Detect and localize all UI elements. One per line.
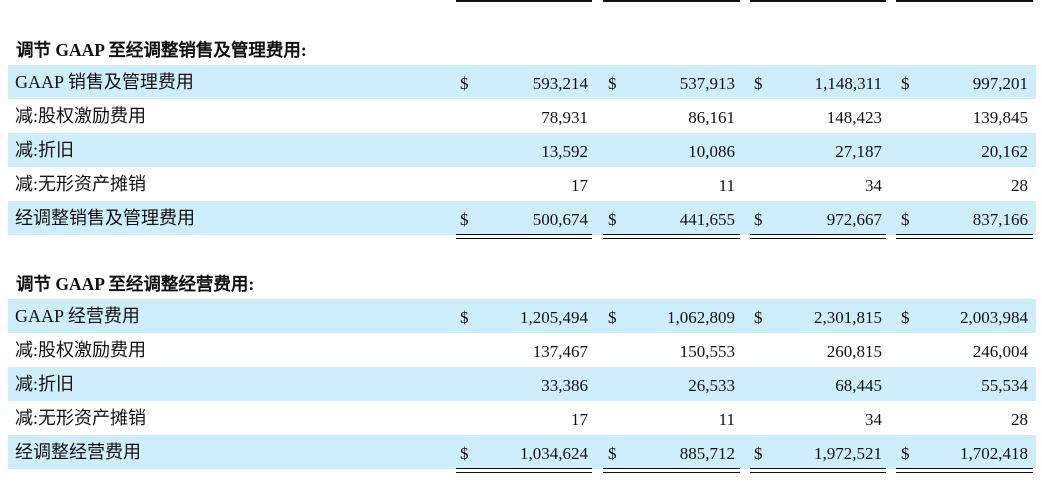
value-cell: 86,161: [688, 108, 735, 127]
value-cell: 150,553: [679, 342, 735, 361]
value-cell: 20,162: [981, 142, 1028, 161]
value-cell: 537,913: [679, 74, 735, 93]
value-cell: 1,205,494: [520, 308, 588, 327]
table-row: 减:股权激励费用 137,467 150,553 260,815 246,004: [8, 333, 1036, 367]
top-column-rule: [896, 0, 1033, 2]
value-cell: 997,201: [972, 74, 1028, 93]
value-cell: 68,445: [835, 376, 882, 395]
value-cell: 13,592: [541, 142, 588, 161]
value-cell: 139,845: [972, 108, 1028, 127]
table-row: 减:无形资产摊销 17 11 34 28: [8, 401, 1036, 435]
value-cell: 10,086: [688, 142, 735, 161]
value-cell: 17: [571, 410, 588, 429]
value-cell: 26,533: [688, 376, 735, 395]
value-cell: 137,467: [532, 342, 588, 361]
row-label: 经调整销售及管理费用: [15, 208, 195, 228]
value-cell: 837,166: [972, 210, 1028, 229]
row-label: 减:股权激励费用: [15, 340, 147, 360]
row-label: 减:折旧: [15, 374, 75, 394]
table-row: 减:无形资产摊销 17 11 34 28: [8, 167, 1036, 201]
value-cell: 885,712: [679, 444, 735, 463]
value-cell: 1,148,311: [814, 74, 882, 93]
value-cell: 28: [1011, 176, 1028, 195]
row-label: GAAP 经营费用: [15, 306, 140, 326]
table-row: 减:股权激励费用 78,931 86,161 148,423 139,845: [8, 99, 1036, 133]
row-label: 经调整经营费用: [15, 442, 141, 462]
top-column-rule: [456, 0, 592, 2]
row-label: 减:股权激励费用: [15, 106, 147, 126]
table-row: 经调整经营费用 $1,034,624 $885,712 $1,972,521 $1,70…: [8, 435, 1036, 469]
table-row: 经调整销售及管理费用 $500,674 $441,655 $972,667 $837,1…: [8, 201, 1036, 235]
total-double-rule: [896, 234, 1033, 239]
value-cell: 11: [718, 176, 735, 195]
row-label: 减:无形资产摊销: [15, 408, 147, 428]
value-cell: 1,972,521: [814, 444, 882, 463]
value-cell: 500,674: [532, 210, 588, 229]
top-column-rule: [603, 0, 740, 2]
total-double-rule: [750, 468, 886, 473]
value-cell: 593,214: [532, 74, 588, 93]
value-cell: 27,187: [835, 142, 882, 161]
value-cell: 972,667: [826, 210, 882, 229]
value-cell: 34: [865, 410, 882, 429]
value-cell: 28: [1011, 410, 1028, 429]
value-cell: 260,815: [826, 342, 882, 361]
value-cell: 11: [718, 410, 735, 429]
value-cell: 1,702,418: [960, 444, 1028, 463]
total-double-rule: [896, 468, 1033, 473]
value-cell: 34: [865, 176, 882, 195]
value-cell: 246,004: [972, 342, 1028, 361]
total-double-rule: [456, 468, 592, 473]
value-cell: 2,003,984: [960, 308, 1028, 327]
value-cell: 1,062,809: [667, 308, 735, 327]
row-label: GAAP 销售及管理费用: [15, 72, 194, 92]
table-row: 减:折旧 33,386 26,533 68,445 55,534: [8, 367, 1036, 401]
value-cell: 55,534: [981, 376, 1028, 395]
value-cell: 441,655: [679, 210, 735, 229]
value-cell: 33,386: [541, 376, 588, 395]
total-double-rule: [750, 234, 886, 239]
section-title: 调节 GAAP 至经调整经营费用:: [16, 274, 255, 294]
total-double-rule: [603, 234, 740, 239]
row-label: 减:无形资产摊销: [15, 174, 147, 194]
value-cell: 1,034,624: [520, 444, 588, 463]
section-title: 调节 GAAP 至经调整销售及管理费用:: [16, 40, 307, 60]
value-cell: 2,301,815: [814, 308, 882, 327]
value-cell: 148,423: [826, 108, 882, 127]
table-row: 减:折旧 13,592 10,086 27,187 20,162: [8, 133, 1036, 167]
value-cell: 78,931: [541, 108, 588, 127]
row-label: 减:折旧: [15, 140, 75, 160]
table-row: GAAP 经营费用 $1,205,494 $1,062,809 $2,301,815 $…: [8, 299, 1036, 333]
table-row: GAAP 销售及管理费用 $593,214 $537,913 $1,148,311 $9…: [8, 65, 1036, 99]
value-cell: 17: [571, 176, 588, 195]
total-double-rule: [456, 234, 592, 239]
top-column-rule: [750, 0, 886, 2]
total-double-rule: [603, 468, 740, 473]
